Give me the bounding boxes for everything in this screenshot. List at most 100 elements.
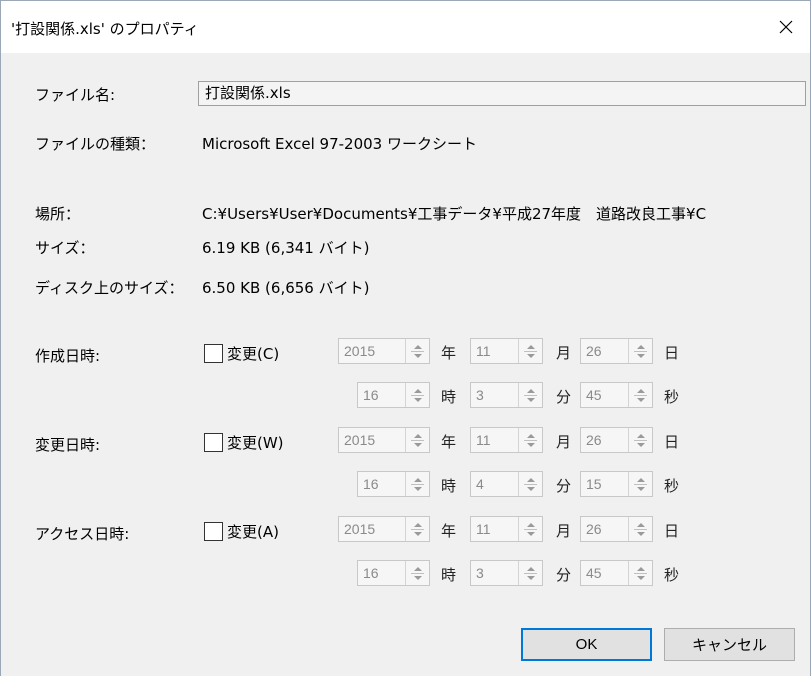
spinner-value[interactable]: 11	[471, 428, 518, 452]
created-change-checkbox[interactable]: 変更(C)	[204, 343, 279, 364]
spin-up-icon[interactable]	[413, 388, 422, 393]
spinner-buttons[interactable]	[628, 428, 652, 452]
accessed-hour-spinner[interactable]: 16	[357, 560, 430, 586]
modified-month-spinner[interactable]: 11	[470, 427, 543, 453]
spinner-buttons[interactable]	[405, 472, 429, 496]
spinner-value[interactable]: 26	[581, 517, 628, 541]
checkbox-box[interactable]	[204, 433, 223, 452]
spinner-value[interactable]: 26	[581, 428, 628, 452]
spinner-buttons[interactable]	[518, 472, 542, 496]
spin-up-icon[interactable]	[413, 522, 422, 527]
spinner-value[interactable]: 3	[471, 561, 518, 585]
cancel-button[interactable]: キャンセル	[664, 628, 795, 661]
spin-down-icon[interactable]	[526, 353, 535, 358]
spinner-value[interactable]: 16	[358, 383, 405, 407]
spin-down-icon[interactable]	[413, 531, 422, 536]
spin-up-icon[interactable]	[636, 433, 645, 438]
accessed-year-spinner[interactable]: 2015	[338, 516, 430, 542]
spinner-value[interactable]: 2015	[339, 339, 405, 363]
spinner-value[interactable]: 45	[581, 561, 628, 585]
spinner-buttons[interactable]	[628, 517, 652, 541]
spin-up-icon[interactable]	[413, 433, 422, 438]
spin-down-icon[interactable]	[636, 531, 645, 536]
close-icon[interactable]	[778, 19, 794, 35]
created-second-spinner[interactable]: 45	[580, 382, 653, 408]
spin-down-icon[interactable]	[413, 353, 422, 358]
modified-hour-spinner[interactable]: 16	[357, 471, 430, 497]
spinner-buttons[interactable]	[628, 472, 652, 496]
spinner-value[interactable]: 15	[581, 472, 628, 496]
close-button[interactable]	[762, 1, 810, 53]
spin-down-icon[interactable]	[413, 442, 422, 447]
spin-down-icon[interactable]	[636, 486, 645, 491]
accessed-day-spinner[interactable]: 26	[580, 516, 653, 542]
modified-day-spinner[interactable]: 26	[580, 427, 653, 453]
spin-up-icon[interactable]	[636, 566, 645, 571]
spin-down-icon[interactable]	[526, 486, 535, 491]
spin-up-icon[interactable]	[526, 566, 535, 571]
modified-change-checkbox[interactable]: 変更(W)	[204, 432, 284, 453]
spin-up-icon[interactable]	[526, 433, 535, 438]
spinner-value[interactable]: 2015	[339, 517, 405, 541]
spin-up-icon[interactable]	[413, 566, 422, 571]
created-minute-spinner[interactable]: 3	[470, 382, 543, 408]
spin-up-icon[interactable]	[636, 344, 645, 349]
spinner-buttons[interactable]	[405, 561, 429, 585]
spin-down-icon[interactable]	[526, 531, 535, 536]
spinner-value[interactable]: 11	[471, 339, 518, 363]
spin-down-icon[interactable]	[526, 575, 535, 580]
spin-up-icon[interactable]	[636, 388, 645, 393]
accessed-month-spinner[interactable]: 11	[470, 516, 543, 542]
created-year-spinner[interactable]: 2015	[338, 338, 430, 364]
modified-minute-spinner[interactable]: 4	[470, 471, 543, 497]
spinner-buttons[interactable]	[405, 383, 429, 407]
spin-down-icon[interactable]	[413, 486, 422, 491]
spin-up-icon[interactable]	[526, 388, 535, 393]
spinner-value[interactable]: 26	[581, 339, 628, 363]
spin-up-icon[interactable]	[526, 522, 535, 527]
spinner-value[interactable]: 2015	[339, 428, 405, 452]
modified-year-spinner[interactable]: 2015	[338, 427, 430, 453]
spin-down-icon[interactable]	[636, 397, 645, 402]
spin-down-icon[interactable]	[526, 397, 535, 402]
accessed-minute-spinner[interactable]: 3	[470, 560, 543, 586]
spin-up-icon[interactable]	[413, 477, 422, 482]
spinner-buttons[interactable]	[628, 383, 652, 407]
spinner-value[interactable]: 11	[471, 517, 518, 541]
spinner-buttons[interactable]	[405, 428, 429, 452]
spinner-value[interactable]: 3	[471, 383, 518, 407]
spinner-value[interactable]: 4	[471, 472, 518, 496]
spinner-value[interactable]: 45	[581, 383, 628, 407]
modified-second-spinner[interactable]: 15	[580, 471, 653, 497]
spin-up-icon[interactable]	[526, 344, 535, 349]
spinner-buttons[interactable]	[628, 339, 652, 363]
spin-down-icon[interactable]	[636, 442, 645, 447]
checkbox-box[interactable]	[204, 522, 223, 541]
spinner-buttons[interactable]	[518, 561, 542, 585]
spinner-buttons[interactable]	[628, 561, 652, 585]
spinner-buttons[interactable]	[405, 517, 429, 541]
spin-up-icon[interactable]	[636, 522, 645, 527]
filename-field[interactable]: 打設関係.xls	[198, 81, 806, 106]
created-month-spinner[interactable]: 11	[470, 338, 543, 364]
spinner-buttons[interactable]	[518, 383, 542, 407]
spin-up-icon[interactable]	[636, 477, 645, 482]
accessed-second-spinner[interactable]: 45	[580, 560, 653, 586]
created-hour-spinner[interactable]: 16	[357, 382, 430, 408]
spinner-buttons[interactable]	[518, 517, 542, 541]
checkbox-box[interactable]	[204, 344, 223, 363]
spinner-buttons[interactable]	[405, 339, 429, 363]
spin-down-icon[interactable]	[526, 442, 535, 447]
spin-down-icon[interactable]	[413, 575, 422, 580]
spin-down-icon[interactable]	[636, 353, 645, 358]
spinner-value[interactable]: 16	[358, 472, 405, 496]
ok-button[interactable]: OK	[521, 628, 652, 661]
created-day-spinner[interactable]: 26	[580, 338, 653, 364]
spin-down-icon[interactable]	[413, 397, 422, 402]
spin-down-icon[interactable]	[636, 575, 645, 580]
spinner-buttons[interactable]	[518, 339, 542, 363]
spin-up-icon[interactable]	[413, 344, 422, 349]
spinner-buttons[interactable]	[518, 428, 542, 452]
accessed-change-checkbox[interactable]: 変更(A)	[204, 521, 279, 542]
spinner-value[interactable]: 16	[358, 561, 405, 585]
